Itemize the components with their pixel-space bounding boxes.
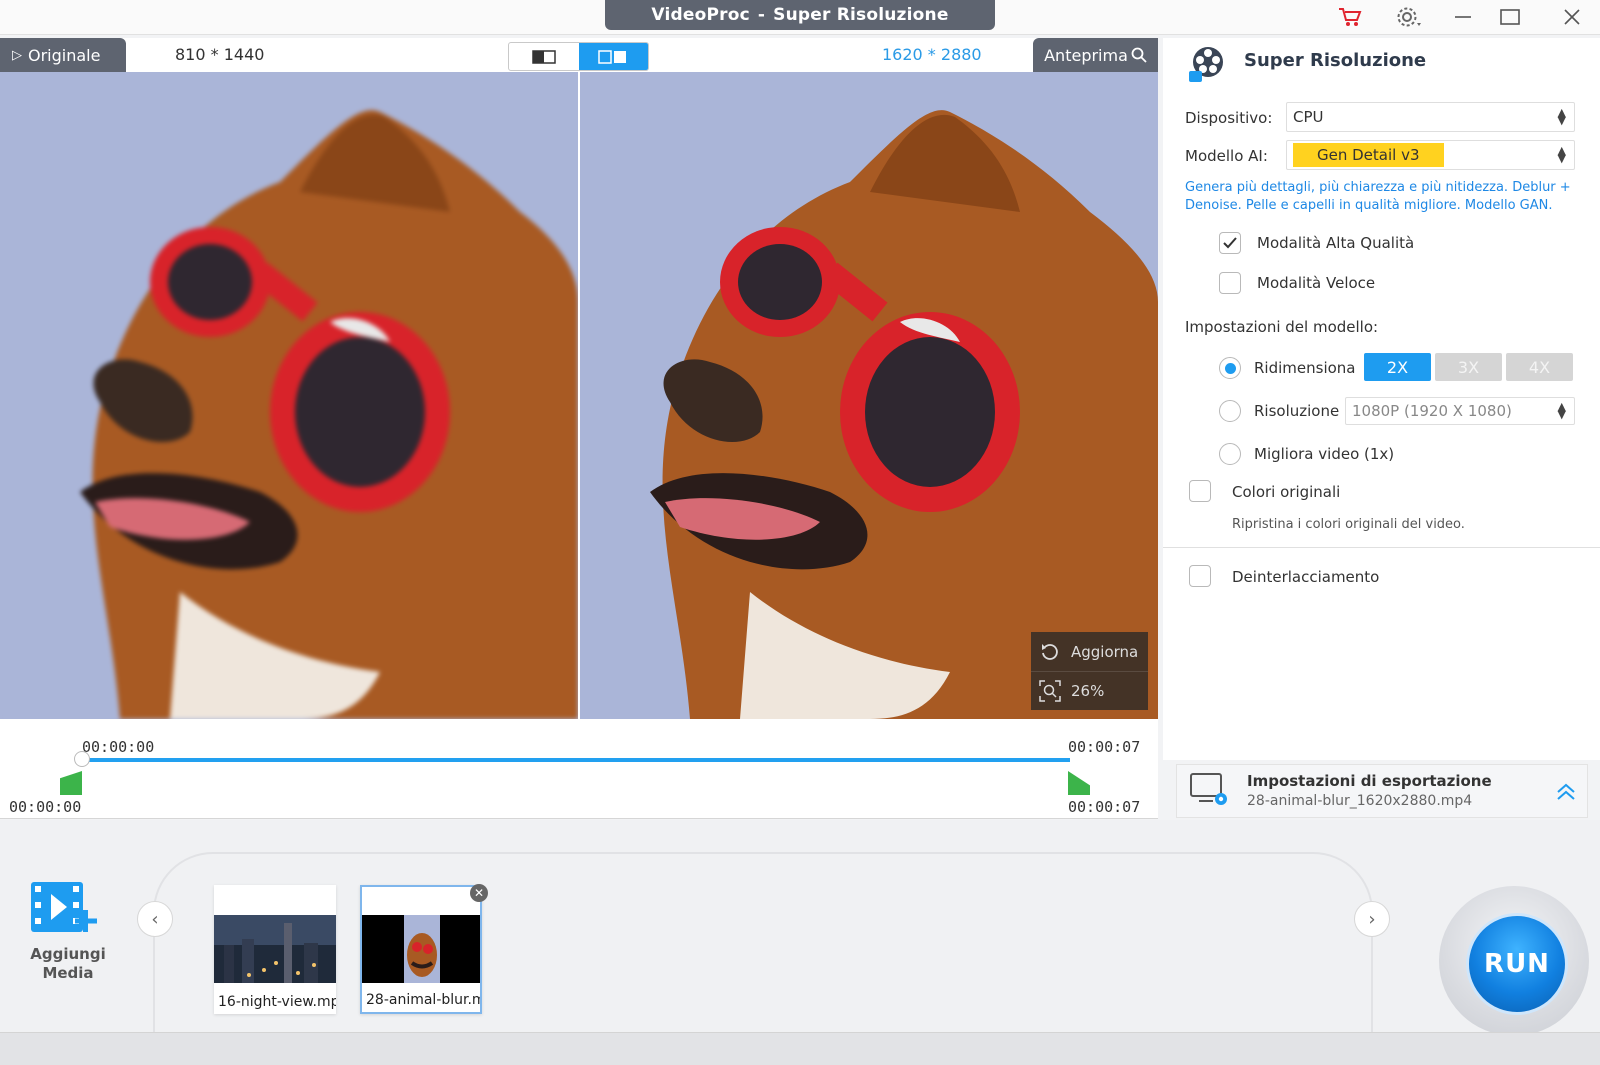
preview-button[interactable]: Anteprima — [1033, 38, 1158, 72]
zoom-icon — [1039, 680, 1061, 702]
export-filename: 28-animal-blur_1620x2880.mp4 — [1247, 793, 1473, 809]
minimize-icon[interactable] — [1446, 4, 1480, 30]
preview-button-label: Anteprima — [1044, 45, 1128, 65]
preview-tools: Aggiorna 26% — [1031, 632, 1148, 710]
film-reel-icon — [1187, 44, 1229, 88]
original-colors-label: Colori originali — [1232, 483, 1341, 501]
resolution-label: Risoluzione — [1254, 402, 1340, 420]
original-resolution: 810 * 1440 — [175, 45, 265, 64]
status-strip — [0, 1032, 1600, 1065]
fast-mode-checkbox[interactable] — [1219, 272, 1241, 294]
zoom-button[interactable]: 26% — [1031, 671, 1148, 710]
enhance-radio[interactable] — [1219, 443, 1241, 465]
high-quality-label: Modalità Alta Qualità — [1257, 234, 1415, 252]
module-title: Super Risoluzione — [773, 5, 949, 25]
refresh-label: Aggiorna — [1071, 642, 1139, 661]
original-colors-hint: Ripristina i colori originali del video. — [1232, 517, 1465, 532]
chevron-updown-icon: ▲ ▼ — [1557, 106, 1566, 127]
resolution-select[interactable]: 1080P (1920 X 1080) ▲ ▼ — [1345, 397, 1575, 425]
original-tab-label: Originale — [28, 45, 101, 65]
close-icon[interactable] — [1555, 4, 1589, 30]
window-title: VideoProc - Super Risoluzione — [605, 0, 995, 30]
side-by-side-button[interactable] — [578, 43, 648, 70]
search-icon — [1131, 47, 1147, 63]
resolution-radio[interactable] — [1219, 400, 1241, 422]
add-media-label-line2: Media — [42, 964, 94, 982]
zoom-label: 26% — [1071, 682, 1105, 700]
maximize-icon[interactable] — [1493, 4, 1527, 30]
output-resolution: 1620 * 2880 — [882, 45, 982, 64]
resize-label: Ridimensiona — [1254, 359, 1356, 377]
night-view-thumbnail — [214, 915, 336, 983]
timeline-start-top: 00:00:00 — [82, 738, 155, 756]
device-label: Dispositivo: — [1185, 109, 1273, 127]
timeline-end-bottom: 00:00:07 — [1068, 798, 1141, 816]
media-tray — [153, 852, 1373, 1052]
scale-3x-button[interactable]: 3X — [1435, 353, 1502, 381]
view-mode-toggle[interactable] — [508, 42, 649, 71]
deinterlace-checkbox[interactable] — [1189, 565, 1211, 587]
side-by-side-icon — [598, 49, 627, 64]
close-icon: ✕ — [473, 886, 485, 900]
title-separator: - — [757, 5, 766, 25]
original-preview — [0, 72, 578, 719]
enhanced-preview — [580, 72, 1158, 719]
settings-icon[interactable] — [1392, 4, 1426, 30]
chevron-updown-icon: ▲ ▼ — [1557, 144, 1566, 165]
enhance-label: Migliora video (1x) — [1254, 445, 1395, 463]
high-quality-checkbox[interactable] — [1219, 232, 1241, 254]
device-value: CPU — [1293, 108, 1324, 126]
play-icon: ▷ — [12, 47, 22, 63]
media-item-name: 16-night-view.mp — [218, 994, 336, 1010]
chevron-updown-icon: ▲ ▼ — [1557, 400, 1566, 421]
resolution-value: 1080P (1920 X 1080) — [1352, 402, 1512, 420]
resize-radio[interactable] — [1219, 357, 1241, 379]
remove-media-button[interactable]: ✕ — [470, 884, 488, 902]
model-label: Modello AI: — [1185, 147, 1268, 165]
export-title: Impostazioni di esportazione — [1247, 772, 1492, 790]
playhead-knob[interactable] — [74, 751, 90, 767]
app-name: VideoProc — [651, 5, 750, 25]
cart-icon[interactable] — [1333, 4, 1367, 30]
timeline — [0, 719, 1158, 819]
chevron-double-up-icon[interactable] — [1555, 781, 1577, 807]
media-item-selected[interactable]: 28-animal-blur.m — [360, 885, 482, 1014]
split-view-icon — [532, 49, 556, 64]
dog-image-enhanced — [580, 72, 1158, 719]
scale-2x-button[interactable]: 2X — [1364, 353, 1431, 381]
timeline-end-top: 00:00:07 — [1068, 738, 1141, 756]
chevron-right-icon: › — [1368, 908, 1376, 930]
dog-image-original — [0, 72, 578, 719]
scale-4x-button[interactable]: 4X — [1506, 353, 1573, 381]
fast-mode-label: Modalità Veloce — [1257, 274, 1376, 292]
export-settings-icon — [1189, 771, 1231, 813]
model-description: Genera più dettagli, più chiarezza e più… — [1185, 180, 1571, 213]
refresh-button[interactable]: Aggiorna — [1031, 632, 1148, 671]
original-tab[interactable]: ▷ Originale — [0, 38, 126, 72]
deinterlace-label: Deinterlacciamento — [1232, 568, 1380, 586]
model-select[interactable]: Gen Detail v3 ▲ ▼ — [1286, 140, 1575, 170]
animal-blur-thumbnail — [362, 915, 480, 983]
next-media-button[interactable]: › — [1354, 901, 1390, 937]
panel-title: Super Risoluzione — [1244, 50, 1427, 71]
original-colors-checkbox[interactable] — [1189, 480, 1211, 502]
prev-media-button[interactable]: ‹ — [137, 901, 173, 937]
add-media-label[interactable]: Aggiungi Media — [18, 945, 118, 983]
run-button[interactable]: RUN — [1466, 913, 1568, 1015]
add-media-label-line1: Aggiungi — [30, 945, 106, 963]
timeline-start-bottom: 00:00:00 — [9, 798, 82, 816]
timeline-track[interactable] — [82, 758, 1070, 762]
refresh-icon — [1039, 641, 1061, 663]
chevron-left-icon: ‹ — [151, 908, 159, 930]
device-select[interactable]: CPU ▲ ▼ — [1286, 102, 1575, 132]
settings-panel-lower — [1163, 548, 1600, 760]
split-view-button[interactable] — [509, 43, 579, 70]
media-item[interactable]: 16-night-view.mp — [214, 885, 336, 1014]
media-item-name: 28-animal-blur.m — [366, 992, 480, 1008]
checkmark-icon — [1223, 237, 1237, 249]
model-value: Gen Detail v3 — [1293, 143, 1444, 167]
add-media-icon[interactable] — [29, 880, 101, 940]
model-settings-label: Impostazioni del modello: — [1185, 318, 1379, 336]
